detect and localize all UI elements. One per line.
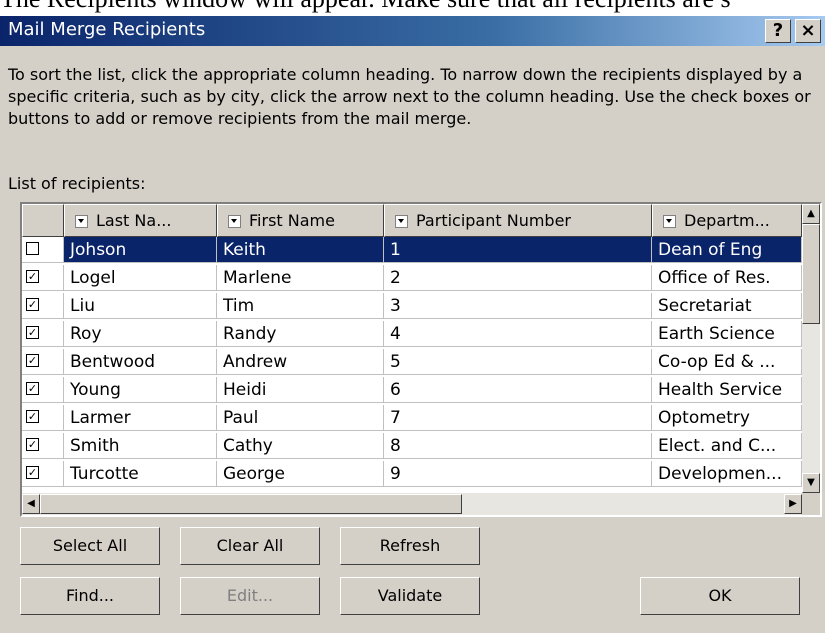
cell-last: Roy (64, 321, 217, 347)
row-checkbox-cell: ✓ (22, 321, 64, 347)
cell-number: 5 (384, 349, 652, 375)
cell-dept: Office of Res. (652, 265, 802, 291)
table-row[interactable]: ✓ Turcotte George 9 Developmen... (22, 461, 802, 487)
close-button[interactable]: × (795, 19, 821, 43)
filter-dropdown-icon[interactable] (228, 215, 241, 228)
column-header-department[interactable]: Departm... (652, 204, 802, 237)
cell-last: Bentwood (64, 349, 217, 375)
cell-last: Young (64, 377, 217, 403)
cell-first: Randy (217, 321, 384, 347)
row-checkbox-cell: ✓ (22, 461, 64, 487)
row-checkbox[interactable]: ✓ (26, 382, 39, 395)
cell-dept: Health Service (652, 377, 802, 403)
row-checkbox[interactable]: ✓ (26, 242, 39, 255)
cell-last: Turcotte (64, 461, 217, 487)
cell-last: Logel (64, 265, 217, 291)
cell-dept: Optometry (652, 405, 802, 431)
window-title: Mail Merge Recipients (8, 19, 206, 40)
cell-last: Liu (64, 293, 217, 319)
cell-number: 2 (384, 265, 652, 291)
cell-first: Keith (217, 237, 384, 263)
row-checkbox[interactable]: ✓ (26, 270, 39, 283)
filter-dropdown-icon[interactable] (663, 215, 676, 228)
row-checkbox-cell: ✓ (22, 265, 64, 291)
table-row[interactable]: ✓ Liu Tim 3 Secretariat (22, 293, 802, 319)
cell-dept: Dean of Eng (652, 237, 802, 263)
table-row[interactable]: ✓ Young Heidi 6 Health Service (22, 377, 802, 403)
clear-all-button[interactable]: Clear All (180, 527, 320, 565)
row-checkbox[interactable]: ✓ (26, 466, 39, 479)
horizontal-scrollbar[interactable]: ◀ ▶ (22, 493, 802, 515)
cell-number: 6 (384, 377, 652, 403)
scroll-up-icon[interactable]: ▲ (802, 204, 820, 224)
cell-last: Smith (64, 433, 217, 459)
row-checkbox[interactable]: ✓ (26, 410, 39, 423)
cell-dept: Developmen... (652, 461, 802, 487)
row-checkbox[interactable]: ✓ (26, 326, 39, 339)
scroll-left-icon[interactable]: ◀ (22, 494, 40, 514)
title-bar: Mail Merge Recipients ? × (0, 16, 825, 46)
table-row[interactable]: ✓ Larmer Paul 7 Optometry (22, 405, 802, 431)
column-header-first-name[interactable]: First Name (217, 204, 384, 237)
cell-number: 7 (384, 405, 652, 431)
recipients-grid[interactable]: Last Na... First Name Participant Number… (20, 202, 822, 517)
table-row[interactable]: ✓ Logel Marlene 2 Office of Res. (22, 265, 802, 291)
table-row[interactable]: ✓ Bentwood Andrew 5 Co-op Ed & ... (22, 349, 802, 375)
filter-dropdown-icon[interactable] (75, 215, 88, 228)
horizontal-scroll-thumb[interactable] (40, 494, 462, 514)
cell-number: 3 (384, 293, 652, 319)
cell-dept: Co-op Ed & ... (652, 349, 802, 375)
vertical-scroll-thumb[interactable] (802, 224, 820, 324)
cell-dept: Earth Science (652, 321, 802, 347)
row-checkbox-cell: ✓ (22, 377, 64, 403)
cell-first: Paul (217, 405, 384, 431)
row-checkbox-cell: ✓ (22, 349, 64, 375)
row-checkbox[interactable]: ✓ (26, 438, 39, 451)
cell-dept: Secretariat (652, 293, 802, 319)
scrollbar-corner (802, 493, 820, 515)
table-row[interactable]: ✓ Roy Randy 4 Earth Science (22, 321, 802, 347)
find-button[interactable]: Find... (20, 577, 160, 615)
cell-last: Johson (64, 237, 217, 263)
cell-dept: Elect. and C... (652, 433, 802, 459)
row-checkbox-cell: ✓ (22, 405, 64, 431)
column-header-last-name[interactable]: Last Na... (64, 204, 217, 237)
row-checkbox-cell: ✓ (22, 433, 64, 459)
row-checkbox[interactable]: ✓ (26, 298, 39, 311)
cell-number: 1 (384, 237, 652, 263)
cell-number: 9 (384, 461, 652, 487)
refresh-button[interactable]: Refresh (340, 527, 480, 565)
filter-dropdown-icon[interactable] (395, 215, 408, 228)
checkbox-column-header (22, 204, 64, 237)
cell-first: Heidi (217, 377, 384, 403)
select-all-button[interactable]: Select All (20, 527, 160, 565)
row-checkbox-cell: ✓ (22, 237, 64, 263)
instructions-text: To sort the list, click the appropriate … (8, 65, 811, 128)
cell-first: George (217, 461, 384, 487)
list-of-recipients-label: List of recipients: (8, 174, 146, 193)
scroll-right-icon[interactable]: ▶ (784, 494, 802, 514)
column-header-participant-number[interactable]: Participant Number (384, 204, 652, 237)
caption-text: The Recipients window will appear. Make … (0, 0, 825, 16)
help-button[interactable]: ? (765, 19, 791, 43)
cell-first: Cathy (217, 433, 384, 459)
mail-merge-recipients-dialog: Mail Merge Recipients ? × To sort the li… (0, 16, 825, 633)
row-checkbox[interactable]: ✓ (26, 354, 39, 367)
scroll-down-icon[interactable]: ▼ (802, 473, 820, 493)
vertical-scrollbar[interactable]: ▲ ▼ (802, 204, 820, 493)
cell-first: Marlene (217, 265, 384, 291)
cell-number: 8 (384, 433, 652, 459)
validate-button[interactable]: Validate (340, 577, 480, 615)
edit-button[interactable]: Edit... (180, 577, 320, 615)
cell-last: Larmer (64, 405, 217, 431)
table-row[interactable]: ✓ Johson Keith 1 Dean of Eng (22, 237, 802, 263)
ok-button[interactable]: OK (640, 577, 800, 615)
cell-number: 4 (384, 321, 652, 347)
cell-first: Tim (217, 293, 384, 319)
table-row[interactable]: ✓ Smith Cathy 8 Elect. and C... (22, 433, 802, 459)
cell-first: Andrew (217, 349, 384, 375)
row-checkbox-cell: ✓ (22, 293, 64, 319)
